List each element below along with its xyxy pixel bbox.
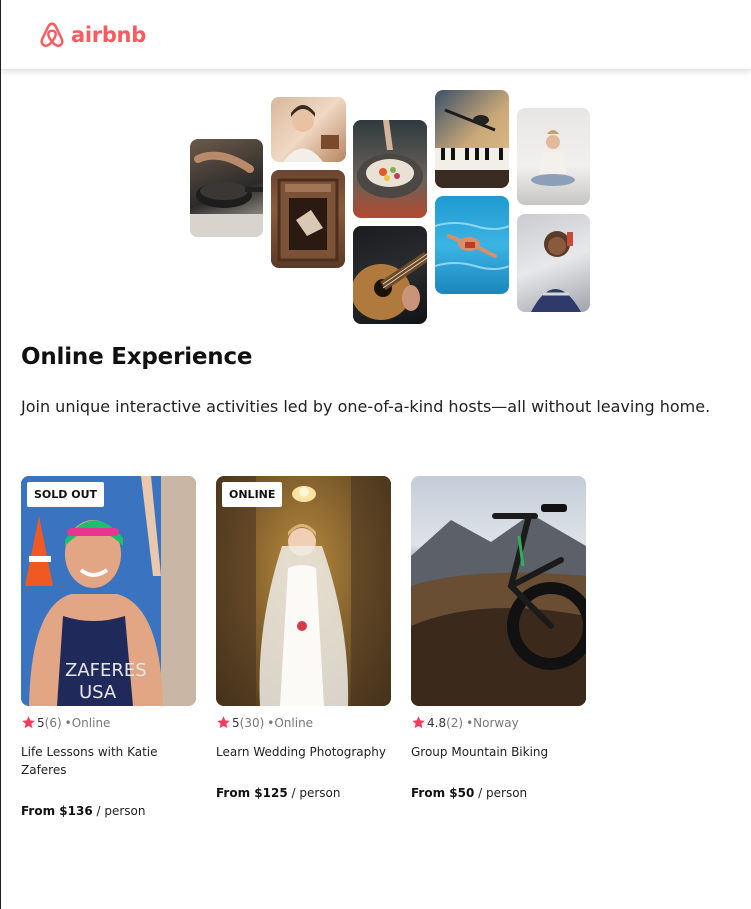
airbnb-logo[interactable]: airbnb — [37, 20, 146, 50]
page-subtitle: Join unique interactive activities led b… — [21, 397, 711, 416]
review-count: (2) — [446, 715, 464, 730]
experience-card[interactable]: 4.8 (2) •Norway Group Mountain Biking Fr… — [411, 476, 586, 800]
logo-text: airbnb — [71, 23, 146, 47]
rating-value: 5 — [37, 715, 45, 730]
card-image-mountain-bike[interactable] — [411, 476, 586, 706]
collage-image-plated-dish — [353, 120, 427, 218]
rating-row: 4.8 (2) •Norway — [411, 715, 586, 730]
collage-image-dancer — [271, 170, 345, 268]
card-image-athlete[interactable]: ZAFERES USA SOLD OUT — [21, 476, 196, 706]
price-row: From $50 / person — [411, 786, 586, 800]
location: •Online — [64, 715, 111, 730]
rating-row: 5 (30) •Online — [216, 715, 391, 730]
svg-text:ZAFERES: ZAFERES — [65, 660, 147, 681]
card-title[interactable]: Learn Wedding Photography — [216, 743, 391, 761]
collage-image-swimmer — [435, 196, 509, 294]
svg-text:USA: USA — [79, 682, 117, 703]
rating-value: 4.8 — [427, 715, 447, 730]
price-unit: / person — [96, 804, 146, 818]
card-title[interactable]: Group Mountain Biking — [411, 743, 586, 761]
star-icon — [22, 716, 35, 729]
collage-image-microphone-piano — [435, 90, 509, 188]
price: From $125 — [216, 786, 288, 800]
rating-value: 5 — [232, 715, 240, 730]
experience-card[interactable]: ZAFERES USA SOLD OUT 5 (6) •Online Life … — [21, 476, 196, 818]
review-count: (30) — [239, 715, 265, 730]
page: airbnb Online Experience Join unique int… — [0, 0, 751, 909]
collage-image-yoga — [517, 108, 590, 205]
price-row: From $125 / person — [216, 786, 391, 800]
price-unit: / person — [478, 786, 528, 800]
page-title: Online Experience — [21, 344, 253, 370]
airbnb-belo-icon — [40, 22, 64, 48]
location: •Norway — [466, 715, 519, 730]
price: From $136 — [21, 804, 93, 818]
collage-image-singer — [517, 214, 590, 312]
card-title[interactable]: Life Lessons with Katie Zaferes — [21, 743, 196, 779]
star-icon — [412, 716, 425, 729]
sold-out-badge: SOLD OUT — [27, 482, 105, 507]
navbar: airbnb — [1, 0, 751, 70]
collage-image-guitar — [353, 226, 427, 324]
experience-card[interactable]: ONLINE 5 (30) •Online Learn Wedding Phot… — [216, 476, 391, 800]
online-badge: ONLINE — [222, 482, 283, 507]
card-image-bride[interactable]: ONLINE — [216, 476, 391, 706]
collage-image-cooking — [190, 139, 263, 237]
location: •Online — [267, 715, 314, 730]
price-row: From $136 / person — [21, 804, 196, 818]
collage-image-host-portrait — [271, 97, 346, 162]
price: From $50 — [411, 786, 475, 800]
price-unit: / person — [291, 786, 341, 800]
rating-row: 5 (6) •Online — [21, 715, 196, 730]
review-count: (6) — [44, 715, 62, 730]
star-icon — [217, 716, 230, 729]
